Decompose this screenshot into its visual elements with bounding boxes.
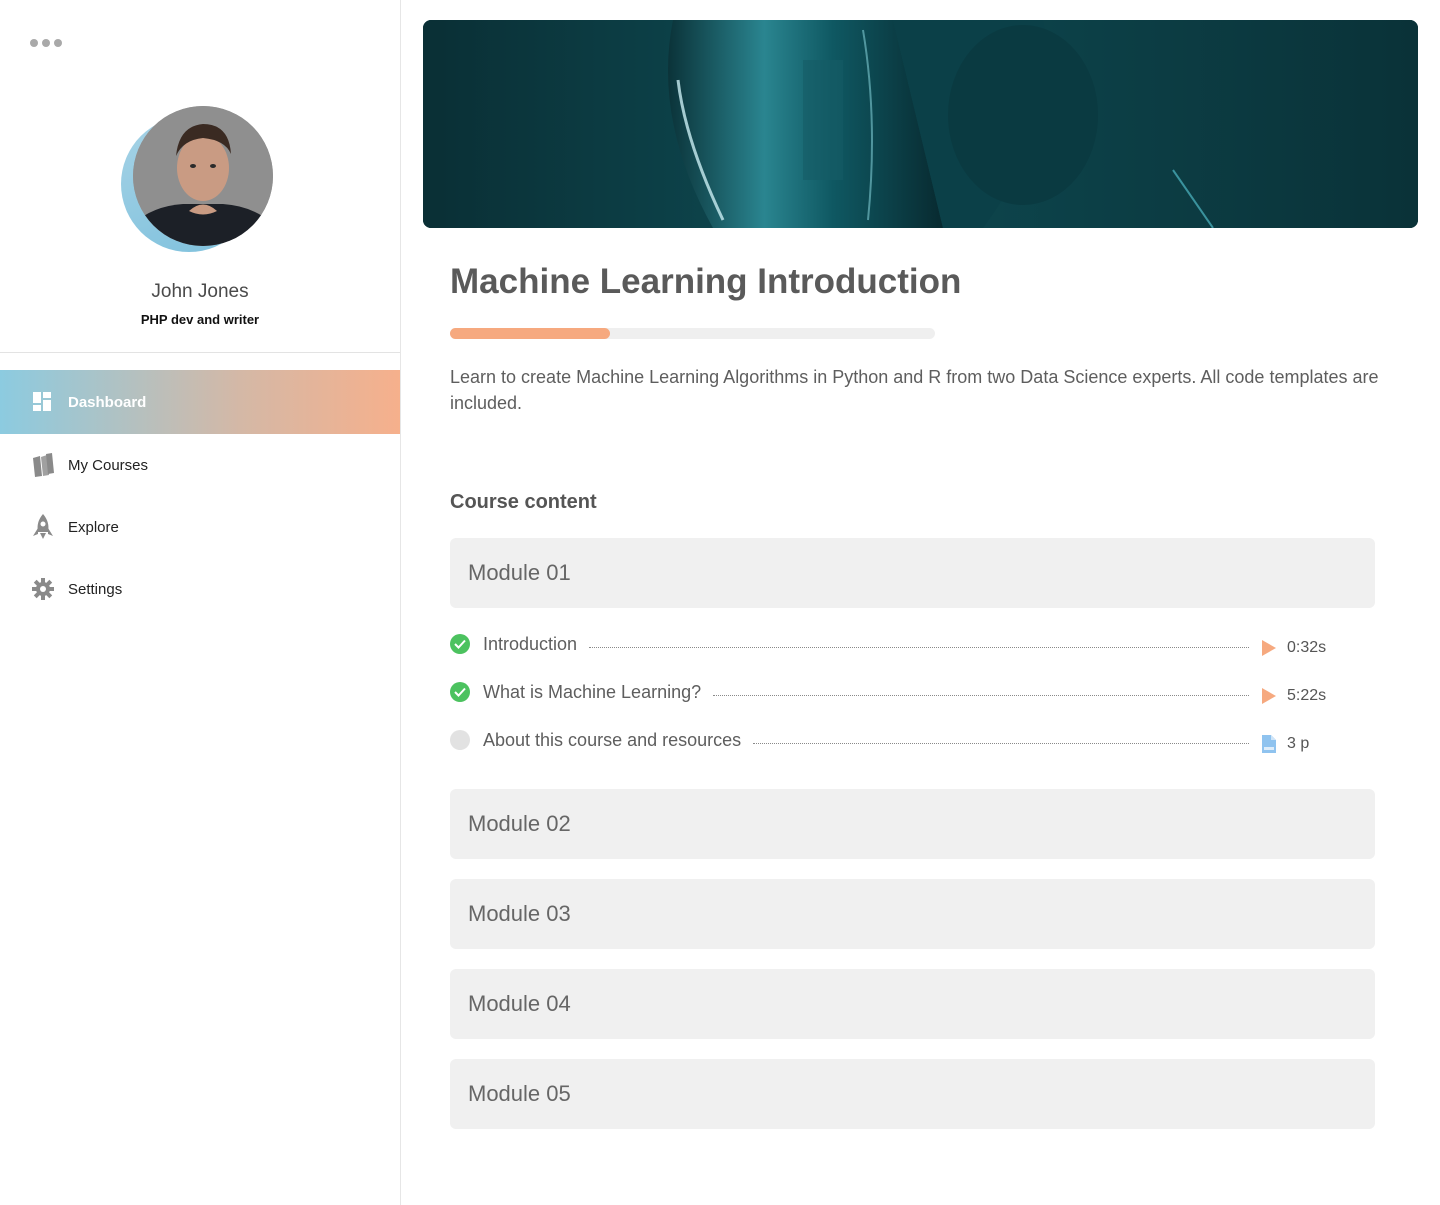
course-description: Learn to create Machine Learning Algorit… (450, 367, 1379, 413)
sidebar-item-label: My Courses (68, 456, 149, 474)
incomplete-circle-icon (450, 730, 470, 750)
rocket-icon (30, 514, 56, 540)
dotted-leader (713, 694, 1249, 696)
lesson-duration: 0:32s (1287, 639, 1327, 656)
sidebar-item-settings[interactable]: Settings (0, 558, 400, 620)
module-label: Module 02 (468, 811, 571, 836)
more-options-icon[interactable] (30, 39, 62, 47)
course-title: Machine Learning Introduction (450, 262, 962, 301)
sidebar-divider (0, 352, 400, 353)
avatar[interactable] (121, 106, 273, 254)
avatar-photo (133, 106, 273, 246)
pdf-icon[interactable] (1261, 735, 1277, 753)
lesson-item[interactable]: Introduction 0:32s (450, 629, 1335, 659)
module-label: Module 03 (468, 901, 571, 926)
module-02-header[interactable]: Module 02 (450, 789, 1375, 859)
module-label: Module 05 (468, 1081, 571, 1106)
lesson-title: About this course and resources (483, 729, 742, 750)
lesson-item[interactable]: About this course and resources 3 p (450, 725, 1335, 755)
sidebar-item-label: Dashboard (68, 393, 147, 411)
dotted-leader (589, 646, 1249, 648)
profile-role: PHP dev and writer (140, 312, 260, 327)
sidebar-nav: Dashboard My Courses Explore Settings (0, 370, 400, 620)
dotted-leader (753, 742, 1249, 744)
course-progress-bar (450, 328, 935, 339)
sidebar-item-label: Explore (68, 518, 119, 536)
course-content-heading: Course content (450, 491, 597, 513)
dashboard-icon (30, 389, 56, 415)
sidebar: John Jones PHP dev and writer Dashboard (0, 0, 401, 1205)
sidebar-item-explore[interactable]: Explore (0, 496, 400, 558)
profile-name: John Jones (151, 281, 249, 302)
lesson-title: What is Machine Learning? (483, 681, 702, 702)
module-04-header[interactable]: Module 04 (450, 969, 1375, 1039)
books-icon (30, 452, 56, 478)
sidebar-item-my-courses[interactable]: My Courses (0, 434, 400, 496)
module-label: Module 01 (468, 560, 571, 585)
module-01-header[interactable]: Module 01 (450, 538, 1375, 608)
completed-check-icon (450, 682, 470, 702)
course-progress-fill (450, 328, 611, 339)
module-label: Module 04 (468, 991, 571, 1016)
lesson-title: Introduction (483, 633, 578, 654)
gear-icon (30, 576, 56, 602)
sidebar-item-dashboard[interactable]: Dashboard (0, 370, 400, 434)
module-05-header[interactable]: Module 05 (450, 1059, 1375, 1129)
course-banner-image (423, 20, 1418, 228)
completed-check-icon (450, 634, 470, 654)
play-icon[interactable] (1261, 639, 1277, 657)
sidebar-item-label: Settings (68, 580, 123, 598)
play-icon[interactable] (1261, 687, 1277, 705)
lesson-duration: 5:22s (1287, 687, 1327, 704)
module-03-header[interactable]: Module 03 (450, 879, 1375, 949)
lesson-pages: 3 p (1287, 735, 1310, 752)
lesson-item[interactable]: What is Machine Learning? 5:22s (450, 677, 1335, 707)
